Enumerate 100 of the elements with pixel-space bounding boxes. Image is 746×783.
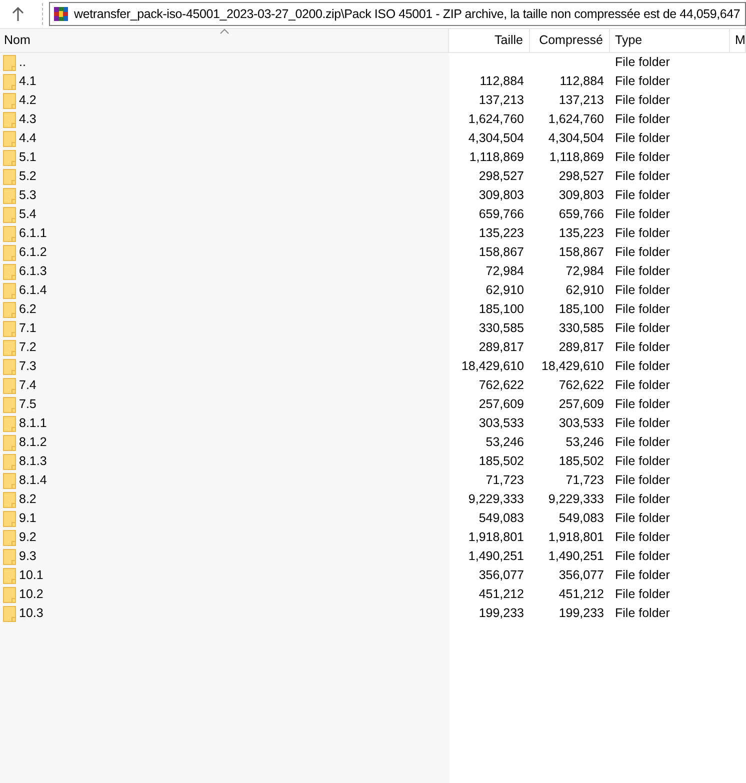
file-name[interactable]: 9.3 xyxy=(19,547,36,566)
folder-icon xyxy=(3,130,16,146)
type-cell-text: File folder xyxy=(615,225,670,242)
type-cell-text: File folder xyxy=(615,339,670,356)
file-name[interactable]: 6.1.3 xyxy=(19,262,47,281)
compressed-size-cell-text: 762,622 xyxy=(558,377,604,394)
compressed-size-cell-text: 71,723 xyxy=(566,472,604,490)
file-name[interactable]: .. xyxy=(19,53,26,72)
compressed-size-cell-text: 185,100 xyxy=(558,301,604,318)
compressed-size-cell-text: 158,867 xyxy=(558,244,604,262)
file-name[interactable]: 4.4 xyxy=(19,129,36,148)
file-name[interactable]: 7.1 xyxy=(19,319,36,338)
folder-icon xyxy=(3,92,16,108)
size-cell-text: 18,429,610 xyxy=(461,358,524,376)
folder-icon xyxy=(3,492,16,508)
file-name[interactable]: 8.1.4 xyxy=(19,471,47,490)
size-cell-text: 185,502 xyxy=(478,453,524,470)
size-cell-text: 451,212 xyxy=(478,586,524,604)
type-cell-text: File folder xyxy=(615,434,670,452)
folder-icon xyxy=(3,282,16,298)
file-name[interactable]: 6.1.1 xyxy=(19,224,47,243)
file-name[interactable]: 4.1 xyxy=(19,72,36,91)
column-header[interactable]: Taille xyxy=(449,29,530,52)
compressed-size-cell-text: 137,213 xyxy=(558,92,604,110)
file-name[interactable]: 6.2 xyxy=(19,300,36,319)
file-name[interactable]: 10.2 xyxy=(19,585,44,604)
type-cell-text: File folder xyxy=(615,472,670,490)
type-cell-text: File folder xyxy=(615,529,670,546)
file-name[interactable]: 7.4 xyxy=(19,376,36,395)
folder-icon xyxy=(3,244,16,260)
file-name[interactable]: 10.1 xyxy=(19,566,44,585)
size-cell-text: 9,229,333 xyxy=(468,491,524,508)
type-cell-text: File folder xyxy=(615,567,670,584)
size-cell-text: 53,246 xyxy=(486,434,524,452)
compressed-size-cell-text: 72,984 xyxy=(566,263,604,280)
size-cell-text: 112,884 xyxy=(480,73,524,90)
file-name[interactable]: 4.2 xyxy=(19,91,36,110)
folder-icon xyxy=(3,472,16,488)
compressed-size-cell-text: 1,918,801 xyxy=(548,529,604,546)
size-cell-text: 137,213 xyxy=(478,92,524,110)
type-cell-text: File folder xyxy=(615,149,670,166)
address-path: wetransfer_pack-iso-45001_2023-03-27_0200.zip\Pack ISO 45001 - ZIP archive, la taille non compressée est de 44,059,647 xyxy=(74,6,740,23)
size-cell-text: 1,624,760 xyxy=(468,111,524,128)
file-name[interactable]: 7.3 xyxy=(19,357,36,376)
size-cell-text: 1,490,251 xyxy=(468,548,524,566)
column-header[interactable]: Compressé xyxy=(530,29,610,52)
file-name[interactable]: 8.1.1 xyxy=(19,414,47,433)
folder-icon xyxy=(3,206,16,222)
folder-icon xyxy=(3,454,16,470)
file-name[interactable]: 9.1 xyxy=(19,509,36,528)
compressed-size-cell-text: 257,609 xyxy=(558,396,604,414)
compressed-size-cell-text: 298,527 xyxy=(558,168,604,186)
column-header[interactable]: M xyxy=(730,29,746,52)
file-name[interactable]: 8.1.2 xyxy=(19,433,47,452)
folder-icon xyxy=(3,112,16,128)
size-cell-text: 71,723 xyxy=(486,472,524,490)
type-cell-text: File folder xyxy=(615,130,670,148)
file-name[interactable]: 4.3 xyxy=(19,110,36,129)
compressed-size-cell-text: 9,229,333 xyxy=(548,491,604,508)
folder-icon xyxy=(3,396,16,412)
type-cell-text: File folder xyxy=(615,92,670,110)
compressed-size-cell-text: 185,502 xyxy=(558,453,604,470)
file-name[interactable]: 10.3 xyxy=(19,604,44,623)
file-name[interactable]: 8.2 xyxy=(19,490,36,509)
folder-icon xyxy=(3,378,16,394)
folder-icon xyxy=(3,264,16,280)
address-field[interactable]: wetransfer_pack-iso-45001_2023-03-27_0200.zip\Pack ISO 45001 - ZIP archive, la taille non compressée est de 44,059,647 xyxy=(49,2,746,26)
folder-icon xyxy=(3,340,16,356)
file-name[interactable]: 9.2 xyxy=(19,528,36,547)
file-name[interactable]: 5.4 xyxy=(19,205,36,224)
folder-icon xyxy=(3,586,16,602)
compressed-size-cell-text: 309,803 xyxy=(558,187,604,204)
compressed-size-cell-text: 4,304,504 xyxy=(548,130,604,148)
type-cell-text: File folder xyxy=(615,377,670,394)
file-name[interactable]: 5.2 xyxy=(19,167,36,186)
type-cell-text: File folder xyxy=(615,206,670,224)
type-cell-text: File folder xyxy=(615,548,670,566)
type-cell-text: File folder xyxy=(615,244,670,262)
compressed-size-cell-text: 18,429,610 xyxy=(541,358,604,376)
file-name[interactable]: 5.1 xyxy=(19,148,36,167)
type-cell-text: File folder xyxy=(615,54,670,72)
folder-icon xyxy=(3,606,16,622)
file-name[interactable]: 5.3 xyxy=(19,186,36,205)
type-cell-text: File folder xyxy=(615,491,670,508)
size-cell-text: 199,233 xyxy=(478,605,524,622)
file-name[interactable]: 6.1.4 xyxy=(19,281,47,300)
up-arrow-icon xyxy=(12,7,24,21)
folder-icon xyxy=(3,510,16,526)
file-name[interactable]: 6.1.2 xyxy=(19,243,47,262)
size-cell-text: 62,910 xyxy=(486,282,524,300)
type-cell-text: File folder xyxy=(615,282,670,300)
type-cell-text: File folder xyxy=(615,415,670,432)
compressed-size-cell-text: 112,884 xyxy=(560,73,604,90)
file-name[interactable]: 8.1.3 xyxy=(19,452,47,471)
column-header[interactable]: Type xyxy=(610,29,730,52)
column-header[interactable]: Nom xyxy=(0,29,449,52)
file-name[interactable]: 7.5 xyxy=(19,395,36,414)
compressed-size-cell-text: 303,533 xyxy=(558,415,604,432)
size-cell-text: 549,083 xyxy=(478,510,524,528)
file-name[interactable]: 7.2 xyxy=(19,338,36,357)
